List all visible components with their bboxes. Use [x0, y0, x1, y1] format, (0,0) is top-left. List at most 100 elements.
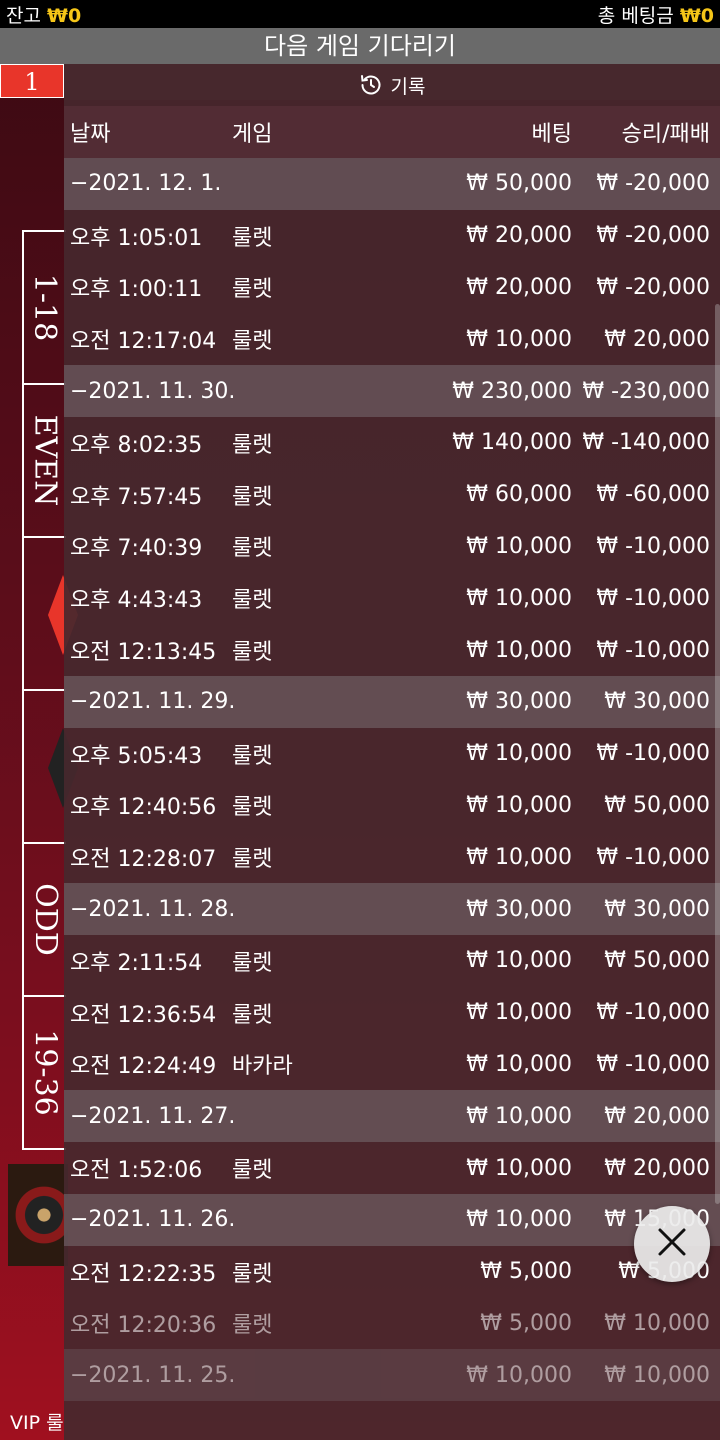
- history-row: 오전 12:20:36 룰렛 ₩ 5,000 ₩ 10,000: [64, 1298, 720, 1350]
- last-number-badge: 1: [0, 64, 64, 98]
- bet-cell: ₩ 20,000: [466, 274, 572, 300]
- game-cell: 룰렛: [232, 536, 273, 562]
- page-title: 다음 게임 기다리기: [0, 28, 720, 64]
- game-cell: 룰렛: [232, 225, 273, 251]
- bet-cell: ₩ 10,000: [466, 1155, 572, 1181]
- history-row: 오후 1:05:01 룰렛 ₩ 20,000 ₩ -20,000: [64, 210, 720, 262]
- bet-cell: ₩ 10,000: [466, 585, 572, 611]
- game-cell: 룰렛: [232, 743, 273, 769]
- result-cell: ₩ 30,000: [604, 896, 710, 922]
- result-cell: ₩ 50,000: [604, 948, 710, 974]
- result-cell: ₩ -10,000: [596, 533, 710, 559]
- history-header: 기록: [64, 64, 720, 106]
- date-label: −2021. 11. 27.: [70, 1103, 236, 1129]
- column-date: 날짜: [70, 122, 111, 147]
- time-cell: 오후 1:00:11: [70, 277, 203, 303]
- date-group-row[interactable]: −2021. 12. 1. ₩ 50,000 ₩ -20,000: [64, 158, 720, 210]
- time-cell: 오전 12:13:45: [70, 640, 217, 666]
- bet-odd[interactable]: ODD: [24, 844, 66, 997]
- time-cell: 오전 12:36:54: [70, 1002, 217, 1028]
- result-cell: ₩ -230,000: [582, 378, 710, 404]
- bet-cell: ₩ 30,000: [466, 896, 572, 922]
- close-button[interactable]: [634, 1206, 710, 1282]
- game-cell: 룰렛: [232, 484, 273, 510]
- result-cell: ₩ -20,000: [596, 274, 710, 300]
- time-cell: 오후 12:40:56: [70, 795, 217, 821]
- bet-cell: ₩ 50,000: [466, 171, 572, 197]
- history-row: 오전 12:17:04 룰렛 ₩ 10,000 ₩ 20,000: [64, 313, 720, 365]
- date-group-row[interactable]: −2021. 11. 30. ₩ 230,000 ₩ -230,000: [64, 365, 720, 417]
- bet-even[interactable]: EVEN: [24, 385, 66, 538]
- bet-cell: ₩ 10,000: [466, 741, 572, 767]
- bet-cell: ₩ 5,000: [480, 1259, 572, 1285]
- history-scrollbar[interactable]: [715, 304, 720, 1204]
- result-cell: ₩ 20,000: [604, 1103, 710, 1129]
- game-cell: 룰렛: [232, 640, 273, 666]
- time-cell: 오전 12:17:04: [70, 329, 217, 355]
- date-group-row[interactable]: −2021. 11. 25. ₩ 10,000 ₩ 10,000: [64, 1349, 720, 1402]
- game-cell: 룰렛: [232, 277, 273, 303]
- bet-cell: ₩ 10,000: [466, 844, 572, 870]
- result-cell: ₩ 10,000: [604, 1362, 710, 1388]
- bet-cell: ₩ 60,000: [466, 482, 572, 508]
- vip-table-label: VIP 룰: [10, 1412, 64, 1434]
- date-label: −2021. 11. 29.: [70, 689, 236, 715]
- game-cell: 룰렛: [232, 1158, 273, 1184]
- bet-cell: ₩ 10,000: [466, 1103, 572, 1129]
- history-panel: 기록 날짜 게임 베팅 승리/패배 −2021. 12. 1. ₩ 50,000 ₩…: [64, 64, 720, 1440]
- close-icon: [655, 1225, 689, 1263]
- bet-cell: ₩ 230,000: [452, 378, 572, 404]
- date-group-row[interactable]: −2021. 11. 28. ₩ 30,000 ₩ 30,000: [64, 883, 720, 935]
- time-cell: 오전 1:52:06: [70, 1158, 203, 1184]
- history-column-headers: 날짜 게임 베팅 승리/패배: [64, 106, 720, 158]
- history-list[interactable]: −2021. 12. 1. ₩ 50,000 ₩ -20,000 오후 1:05:01…: [64, 158, 720, 1402]
- date-label: −2021. 11. 25.: [70, 1362, 236, 1388]
- time-cell: 오후 2:11:54: [70, 950, 203, 976]
- total-bet-label: 총 베팅금: [597, 4, 674, 27]
- time-cell: 오후 7:40:39: [70, 536, 203, 562]
- history-row: 오후 7:40:39 룰렛 ₩ 10,000 ₩ -10,000: [64, 521, 720, 573]
- time-cell: 오후 4:43:43: [70, 588, 203, 614]
- game-cell: 룰렛: [232, 588, 273, 614]
- bet-19-36-label: 19-36: [27, 1029, 63, 1116]
- history-row: 오전 1:52:06 룰렛 ₩ 10,000 ₩ 20,000: [64, 1142, 720, 1194]
- bet-19-36[interactable]: 19-36: [24, 997, 66, 1150]
- bet-odd-label: ODD: [27, 883, 63, 956]
- time-cell: 오후 1:05:01: [70, 225, 203, 251]
- game-cell: 룰렛: [232, 1313, 273, 1339]
- date-label: −2021. 11. 30.: [70, 378, 236, 404]
- history-row: 오후 4:43:43 룰렛 ₩ 10,000 ₩ -10,000: [64, 572, 720, 624]
- bet-1-18[interactable]: 1-18: [24, 232, 66, 385]
- history-row: 오후 8:02:35 룰렛 ₩ 140,000 ₩ -140,000: [64, 417, 720, 469]
- bet-cell: ₩ 30,000: [466, 689, 572, 715]
- date-group-row[interactable]: −2021. 11. 26.₩ 10,000₩ 15,000: [64, 1193, 720, 1246]
- history-row: 오전 12:13:45 룰렛 ₩ 10,000 ₩ -10,000: [64, 624, 720, 676]
- result-cell: ₩ 20,000: [604, 1155, 710, 1181]
- status-bar: 잔고 ₩0 총 베팅금 ₩0: [0, 0, 720, 28]
- outside-bets-board: 1-18 EVEN ODD 19-36: [22, 230, 66, 1150]
- date-group-row[interactable]: −2021. 11. 27. ₩ 10,000 ₩ 20,000: [64, 1090, 720, 1143]
- game-cell: 룰렛: [232, 1261, 273, 1287]
- bet-cell: ₩ 10,000: [466, 1051, 572, 1077]
- result-cell: ₩ -20,000: [596, 223, 710, 249]
- time-cell: 오후 5:05:43: [70, 743, 203, 769]
- history-row: 오전 12:28:07 룰렛 ₩ 10,000 ₩ -10,000: [64, 831, 720, 883]
- result-cell: ₩ -10,000: [596, 1051, 710, 1077]
- bet-cell: ₩ 20,000: [466, 223, 572, 249]
- bet-cell: ₩ 10,000: [466, 326, 572, 352]
- total-bet-value: ₩0: [679, 4, 714, 27]
- date-label: −2021. 11. 28.: [70, 896, 236, 922]
- history-row: 오전 12:36:54 룰렛 ₩ 10,000 ₩ -10,000: [64, 987, 720, 1039]
- history-row: 오후 7:57:45 룰렛 ₩ 60,000 ₩ -60,000: [64, 469, 720, 521]
- bet-cell: ₩ 10,000: [466, 533, 572, 559]
- history-row: 오후 12:40:56 룰렛 ₩ 10,000 ₩ 50,000: [64, 780, 720, 832]
- game-cell: 룰렛: [232, 432, 273, 458]
- date-group-row[interactable]: −2021. 11. 29. ₩ 30,000 ₩ 30,000: [64, 675, 720, 728]
- date-label: −2021. 12. 1.: [70, 171, 222, 197]
- result-cell: ₩ 10,000: [604, 1310, 710, 1336]
- history-row: 오전 12:22:35룰렛₩ 5,000₩ 5,000: [64, 1246, 720, 1298]
- history-row: 오후 2:11:54 룰렛 ₩ 10,000 ₩ 50,000: [64, 935, 720, 987]
- bet-cell: ₩ 140,000: [452, 430, 572, 456]
- bet-1-18-label: 1-18: [27, 273, 63, 342]
- roulette-wheel-thumbnail[interactable]: [8, 1164, 68, 1266]
